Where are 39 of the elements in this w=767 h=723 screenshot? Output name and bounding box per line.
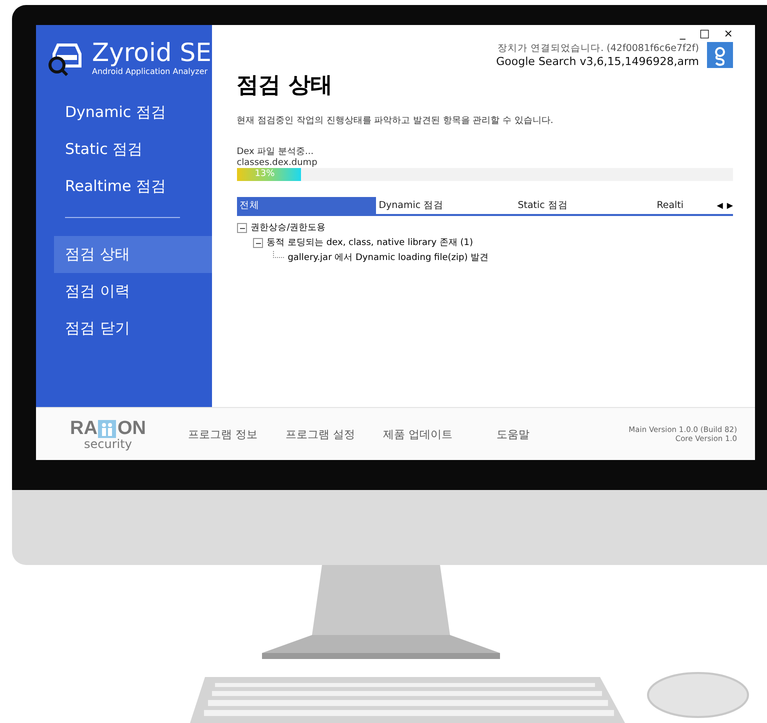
sidebar-item[interactable]: 점검 상태 xyxy=(54,236,212,273)
logo-text: ON xyxy=(117,418,146,438)
scroll-left-button[interactable]: ◀ xyxy=(716,201,723,210)
sidebar-item[interactable]: 점검 닫기 xyxy=(36,310,212,347)
progress-reading: 13% xyxy=(254,168,275,181)
app-name: Zyroid SE xyxy=(92,39,212,67)
people-icon xyxy=(98,420,116,438)
footer-link[interactable]: 프로그램 정보 xyxy=(188,426,258,442)
footer-link[interactable]: 제품 업데이트 xyxy=(383,426,452,442)
footer-link[interactable]: 프로그램 설정 xyxy=(286,426,355,442)
tree-connector xyxy=(272,251,284,258)
sidebar-item[interactable]: Realtime 점검 xyxy=(36,168,212,205)
tab[interactable]: Static 점검 xyxy=(514,197,654,214)
page-title: 점검 상태 xyxy=(236,72,334,100)
sidebar-item[interactable]: Static 점검 xyxy=(36,131,212,168)
tab[interactable]: 전체 xyxy=(236,197,376,214)
sidebar-item[interactable]: Dynamic 점검 xyxy=(36,94,212,131)
device-status: 장치가 연결되었습니다. (42f0081f6c6e7f2f) xyxy=(496,42,699,55)
app-package: Google Search v3,6,15,1496928,arm xyxy=(496,55,699,68)
tree-item[interactable]: 동적 로딩되는 dex, class, native library 존재 (1) xyxy=(266,236,474,249)
close-button[interactable]: × xyxy=(724,27,733,40)
sidebar-item[interactable]: 점검 이력 xyxy=(36,273,212,310)
tab[interactable]: Realti xyxy=(654,197,713,214)
maximize-button[interactable]: □ xyxy=(699,27,710,40)
minimize-button[interactable]: _ xyxy=(680,27,686,40)
tree-item[interactable]: gallery.jar 에서 Dynamic loading file(zip) 발견 xyxy=(288,251,489,264)
task-label: Dex 파일 분석중... xyxy=(236,146,315,158)
scroll-right-button[interactable]: ▶ xyxy=(726,201,733,210)
file-name: classes.dex.dump xyxy=(236,158,318,168)
app-icon xyxy=(707,42,733,68)
logo-text: RA xyxy=(70,418,98,438)
app-subtitle: Android Application Analyzer xyxy=(92,67,209,76)
tree-item[interactable]: 권한상승/권한도용 xyxy=(250,221,326,234)
tree-toggle[interactable] xyxy=(252,238,263,248)
page-description: 현재 점검중인 작업의 진행상태를 파악하고 발견된 항목을 관리할 수 있습니다. xyxy=(236,115,554,127)
logo-subtitle: security xyxy=(84,436,132,450)
tree-toggle[interactable] xyxy=(236,222,247,232)
footer-link[interactable]: 도움말 xyxy=(496,426,530,442)
tab[interactable]: Dynamic 점검 xyxy=(376,197,515,214)
